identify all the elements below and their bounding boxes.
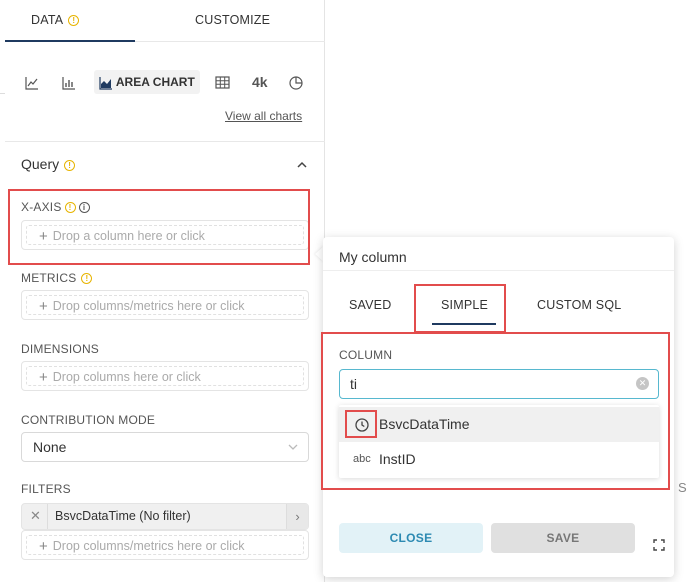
- warning-icon: !: [64, 159, 76, 171]
- tab-data[interactable]: DATA!: [5, 0, 135, 42]
- filters-label: FILTERS: [21, 482, 71, 496]
- metrics-label: METRICS!: [21, 271, 93, 285]
- warning-icon: !: [81, 273, 93, 285]
- line-chart-icon[interactable]: [25, 70, 39, 94]
- tab-saved[interactable]: SAVED: [349, 298, 391, 312]
- string-type-icon: abc: [353, 453, 371, 465]
- filter-tag-label: BsvcDataTime (No filter): [55, 509, 191, 523]
- tag-separator: [47, 504, 48, 529]
- column-popover: My column SAVED SIMPLE CUSTOM SQL COLUMN…: [323, 237, 674, 577]
- column-label: COLUMN: [339, 348, 393, 362]
- tab-custom-sql[interactable]: CUSTOM SQL: [537, 298, 621, 312]
- plus-icon: +: [39, 228, 48, 245]
- panel-tabs: DATA! CUSTOMIZE: [5, 0, 325, 42]
- active-tab-indicator: [432, 323, 496, 325]
- pie-chart-icon[interactable]: [289, 70, 303, 94]
- expand-icon[interactable]: [653, 539, 665, 551]
- filters-dropzone[interactable]: + Drop columns/metrics here or click: [21, 530, 309, 560]
- popover-divider: [323, 270, 674, 271]
- option-label: InstID: [379, 451, 416, 467]
- chevron-right-icon[interactable]: ›: [286, 504, 308, 529]
- dimensions-dropzone-inner: + Drop columns here or click: [26, 366, 304, 386]
- chevron-up-icon[interactable]: [297, 160, 307, 170]
- warning-icon: !: [68, 15, 80, 27]
- info-icon: i: [78, 202, 90, 214]
- remove-filter-icon[interactable]: ✕: [30, 508, 41, 524]
- plus-icon: +: [39, 298, 48, 315]
- metrics-dropzone[interactable]: + Drop columns/metrics here or click: [21, 290, 309, 320]
- clock-icon: [355, 418, 369, 432]
- plus-icon: +: [39, 538, 48, 555]
- list-item[interactable]: BsvcDataTime: [339, 407, 659, 442]
- section-divider: [5, 141, 325, 142]
- dimensions-dropzone[interactable]: + Drop columns here or click: [21, 361, 309, 391]
- area-chart-button[interactable]: AREA CHART: [94, 70, 200, 94]
- tab-simple[interactable]: SIMPLE: [441, 298, 488, 312]
- filters-dropzone-inner: + Drop columns/metrics here or click: [26, 535, 304, 555]
- metrics-dropzone-inner: + Drop columns/metrics here or click: [26, 295, 304, 315]
- popover-title: My column: [339, 249, 407, 265]
- area-chart-icon: [99, 76, 112, 90]
- warning-icon: !: [64, 202, 76, 214]
- column-search-input[interactable]: [339, 369, 659, 399]
- list-item[interactable]: abc InstID: [339, 442, 659, 477]
- save-button[interactable]: SAVE: [491, 523, 635, 553]
- query-section-title[interactable]: Query!: [21, 156, 76, 172]
- contribution-mode-label: CONTRIBUTION MODE: [21, 413, 156, 427]
- filter-tag[interactable]: ✕ BsvcDataTime (No filter) ›: [21, 503, 309, 530]
- column-options-list: BsvcDataTime abc InstID: [339, 405, 659, 478]
- x-axis-dropzone-inner: + Drop a column here or click: [26, 225, 304, 245]
- background-text: S: [678, 480, 687, 495]
- bar-chart-icon[interactable]: [62, 70, 76, 94]
- control-panel: DATA! CUSTOMIZE AREA CHART 4k View all c…: [5, 0, 325, 582]
- table-icon[interactable]: [215, 70, 230, 94]
- dimensions-label: DIMENSIONS: [21, 342, 100, 356]
- clear-icon[interactable]: ✕: [636, 377, 649, 390]
- x-axis-dropzone[interactable]: + Drop a column here or click: [21, 220, 309, 250]
- big-number-button[interactable]: 4k: [252, 70, 268, 94]
- chevron-down-icon: [288, 444, 298, 450]
- close-button[interactable]: CLOSE: [339, 523, 483, 553]
- plus-icon: +: [39, 369, 48, 386]
- tab-customize[interactable]: CUSTOMIZE: [195, 0, 305, 42]
- chart-type-picker: AREA CHART 4k: [5, 66, 325, 98]
- x-axis-label: X-AXIS! i: [21, 200, 90, 214]
- view-all-charts-link[interactable]: View all charts: [225, 109, 302, 123]
- option-label: BsvcDataTime: [379, 416, 470, 432]
- contribution-mode-select[interactable]: None: [21, 432, 309, 462]
